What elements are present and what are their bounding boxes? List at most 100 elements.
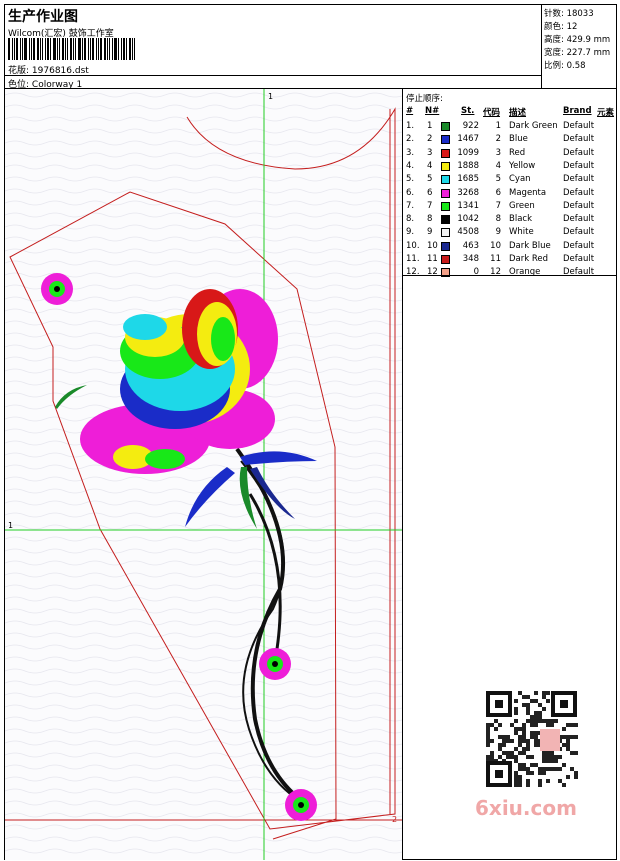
design-stats: 针数: 18033 颜色: 12 高度: 429.9 mm 宽度: 227.7 …: [542, 5, 617, 89]
table-row[interactable]: 10. 10 463 10 Dark Blue Default: [403, 240, 617, 253]
page-title: 生产作业图: [8, 9, 78, 25]
col-header-brand: Brand: [563, 106, 592, 116]
marker-top: 1: [268, 92, 273, 101]
row-brand: Default: [563, 254, 595, 264]
row-index: 9.: [406, 227, 415, 238]
row-stitches: 348: [462, 254, 479, 264]
row-stitches: 3268: [457, 187, 479, 198]
row-needle: 8: [427, 214, 433, 225]
row-brand: Default: [563, 214, 595, 225]
production-sheet: 生产作业图 Wilcom(汇宏) 鼓饰工作室 花版: 1976816.dst 色…: [4, 4, 617, 860]
row-code: 3: [495, 147, 501, 158]
table-row[interactable]: 3. 3 1099 3 Red Default: [403, 147, 617, 160]
row-stitches: 1099: [457, 147, 479, 158]
row-brand: Default: [563, 160, 595, 171]
col-header-desc: 描述: [509, 108, 527, 118]
row-brand: Default: [563, 147, 595, 158]
row-brand: Default: [563, 240, 595, 251]
flower-small-top: [41, 273, 73, 305]
row-brand: Default: [563, 134, 595, 145]
row-code: 4: [495, 160, 501, 171]
fabric-texture: [5, 89, 402, 860]
stat-width: 宽度: 227.7 mm: [544, 48, 611, 58]
flower-small-bottom: [285, 789, 317, 821]
row-needle: 7: [427, 200, 433, 211]
row-description: Dark Blue: [509, 240, 551, 251]
row-description: Magenta: [509, 187, 547, 198]
row-needle: 6: [427, 187, 433, 198]
watermark: 6xiu.com: [475, 796, 577, 820]
row-needle: 11: [427, 254, 438, 264]
row-code: 1: [495, 121, 501, 131]
row-description: Dark Red: [509, 254, 549, 264]
divider: [403, 275, 617, 276]
col-header-code: 代码: [483, 108, 501, 118]
row-description: White: [509, 227, 534, 238]
row-stitches: 1341: [457, 200, 479, 211]
row-stitches: 1888: [457, 160, 479, 171]
table-row[interactable]: 11. 11 348 11 Dark Red Default: [403, 253, 617, 266]
stat-height: 高度: 429.9 mm: [544, 35, 611, 45]
row-code: 6: [495, 187, 501, 198]
row-description: Dark Green: [509, 121, 558, 131]
row-code: 9: [495, 227, 501, 238]
row-needle: 4: [427, 160, 433, 171]
table-row[interactable]: 1. 1 922 1 Dark Green Default: [403, 120, 617, 133]
row-code: 8: [495, 214, 501, 225]
row-brand: Default: [563, 200, 595, 211]
row-description: Cyan: [509, 174, 531, 185]
stat-colors: 颜色: 12: [544, 22, 578, 32]
row-needle: 10: [427, 240, 438, 251]
row-description: Red: [509, 147, 526, 158]
row-index: 5.: [406, 174, 415, 185]
row-index: 4.: [406, 160, 415, 171]
stop-sequence-panel: 停止顺序: # N# St. 代码 描述 Brand 元素 1. 1 922 1 Dar…: [403, 89, 617, 860]
marker-left: 1: [8, 521, 13, 530]
row-brand: Default: [563, 121, 595, 131]
table-row[interactable]: 6. 6 3268 6 Magenta Default: [403, 187, 617, 200]
row-needle: 9: [427, 227, 433, 238]
divider: [5, 75, 542, 76]
row-index: 6.: [406, 187, 415, 198]
marker-bottom-right: 2: [392, 815, 397, 824]
row-stitches: 1042: [457, 214, 479, 225]
row-index: 10.: [406, 240, 420, 251]
row-stitches: 1685: [457, 174, 479, 185]
table-row[interactable]: 7. 7 1341 7 Green Default: [403, 200, 617, 213]
row-code: 10: [490, 240, 501, 251]
row-description: Yellow: [509, 160, 536, 171]
table-row[interactable]: 8. 8 1042 8 Black Default: [403, 213, 617, 226]
table-row[interactable]: 12. 12 0 12 Orange Default: [403, 266, 617, 279]
table-row[interactable]: 2. 2 1467 2 Blue Default: [403, 133, 617, 146]
col-header-st: St.: [461, 106, 475, 116]
row-description: Green: [509, 200, 535, 211]
col-header-idx: #: [406, 106, 414, 116]
row-code: 2: [495, 134, 501, 145]
qr-code[interactable]: [484, 689, 579, 789]
table-row[interactable]: 4. 4 1888 4 Yellow Default: [403, 160, 617, 173]
row-description: Black: [509, 214, 532, 225]
row-stitches: 922: [462, 121, 479, 131]
row-brand: Default: [563, 227, 595, 238]
row-code: 5: [495, 174, 501, 185]
header-info: 生产作业图 Wilcom(汇宏) 鼓饰工作室 花版: 1976816.dst 色…: [5, 5, 542, 90]
row-stitches: 463: [462, 240, 479, 251]
row-needle: 2: [427, 134, 433, 145]
table-row[interactable]: 5. 5 1685 5 Cyan Default: [403, 173, 617, 186]
row-index: 3.: [406, 147, 415, 158]
row-index: 11.: [406, 254, 420, 264]
table-row[interactable]: 9. 9 4508 9 White Default: [403, 226, 617, 239]
row-stitches: 4508: [457, 227, 479, 238]
embroidery-preview: 1 1 2: [5, 89, 402, 860]
row-brand: Default: [563, 174, 595, 185]
qr-logo: [540, 729, 560, 751]
row-stitches: 1467: [457, 134, 479, 145]
row-description: Blue: [509, 134, 528, 145]
row-index: 2.: [406, 134, 415, 145]
row-index: 1.: [406, 121, 415, 131]
design-canvas[interactable]: 1 1 2: [5, 89, 403, 860]
row-needle: 1: [427, 121, 433, 131]
barcode: [8, 38, 142, 60]
flower-small-mid: [259, 648, 291, 680]
row-code: 11: [490, 254, 501, 264]
